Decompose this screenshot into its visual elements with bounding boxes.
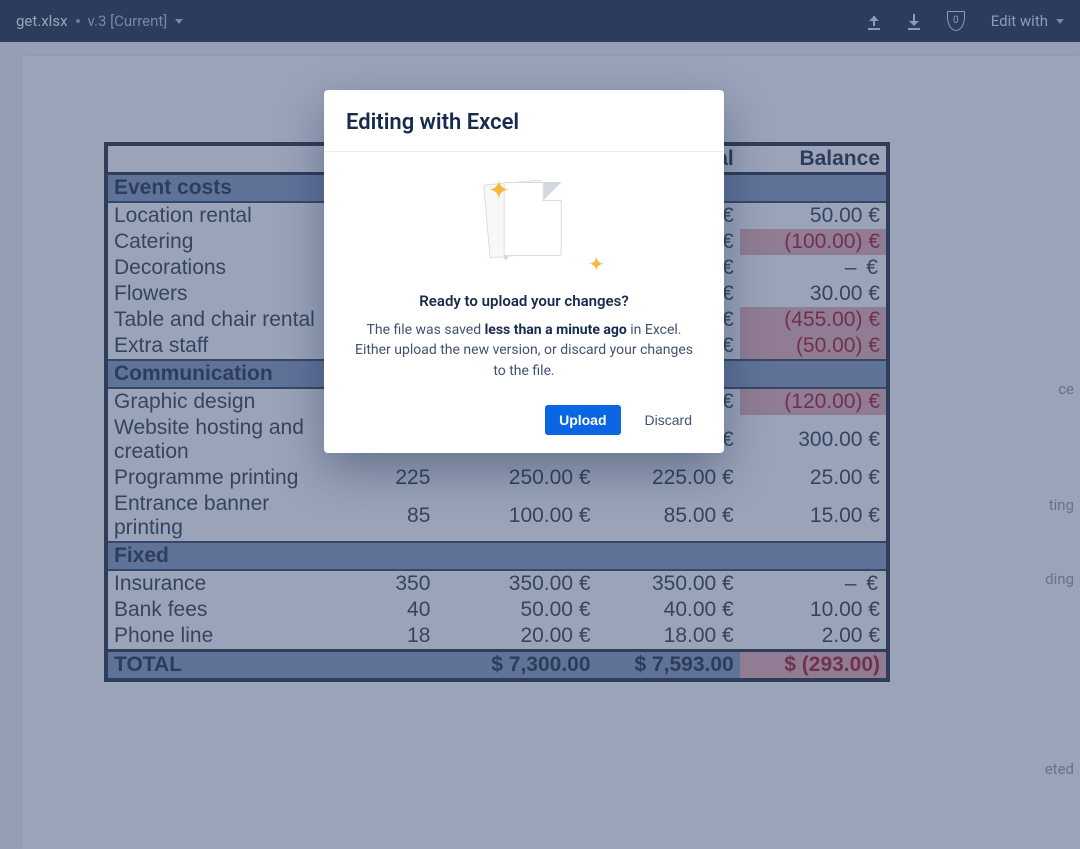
upload-button[interactable]: Upload bbox=[545, 405, 620, 435]
document-icon bbox=[504, 182, 562, 256]
sparkle-icon: ✦ bbox=[588, 252, 605, 276]
editing-with-excel-modal: Editing with Excel ✦ ✦ ✦ Ready to upload… bbox=[324, 90, 724, 453]
modal-title: Editing with Excel bbox=[324, 90, 724, 151]
discard-button[interactable]: Discard bbox=[631, 405, 706, 435]
document-sparkle-graphic: ✦ ✦ ✦ bbox=[350, 174, 698, 274]
modal-question: Ready to upload your changes? bbox=[350, 292, 698, 310]
sparkle-icon: ✦ bbox=[488, 176, 510, 206]
modal-description: The file was saved less than a minute ag… bbox=[350, 320, 698, 381]
sparkle-icon: ✦ bbox=[502, 254, 510, 264]
